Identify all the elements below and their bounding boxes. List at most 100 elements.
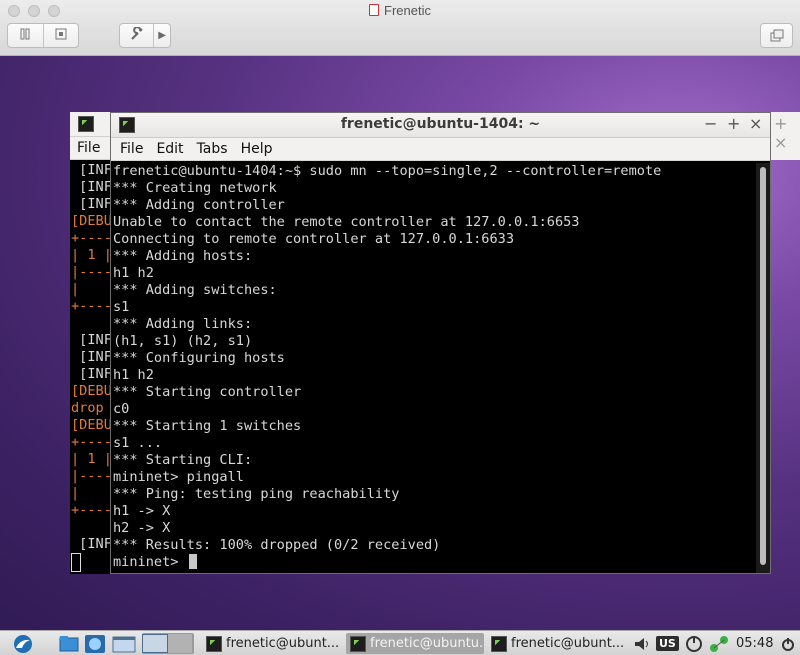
maximize-button[interactable]: +	[727, 114, 740, 133]
menu-edit[interactable]: Edit	[150, 141, 190, 157]
right-window-controls[interactable]: + ×	[770, 112, 800, 152]
terminal-line: *** Adding links:	[113, 316, 253, 332]
restore-windows-button[interactable]	[760, 23, 793, 48]
scrollbar-thumb[interactable]	[760, 167, 766, 565]
snapshot-button[interactable]	[43, 27, 78, 45]
terminal-line: frenetic@ubuntu-1404:~$ sudo mn --topo=s…	[113, 163, 662, 179]
workspace-1[interactable]	[142, 634, 168, 653]
play-forward-icon[interactable]: ▶	[154, 30, 170, 41]
vm-titlebar: Frenetic ▶	[0, 0, 800, 56]
background-terminal-line: +----	[71, 434, 111, 450]
text-cursor	[188, 554, 197, 569]
terminal-line: *** Adding hosts:	[113, 248, 253, 264]
background-terminal-line	[71, 519, 111, 536]
folder-icon	[59, 635, 79, 651]
terminal-line: *** Starting 1 switches	[113, 418, 302, 434]
menu-file[interactable]: File	[114, 141, 150, 157]
right-background-window[interactable]: + ×	[770, 112, 800, 160]
task-terminal-1[interactable]: frenetic@ubunt...	[202, 633, 352, 654]
background-terminal-line: [DEBU	[71, 383, 111, 399]
lubuntu-logo-icon	[14, 634, 32, 653]
wrench-icon	[130, 25, 143, 40]
background-terminal-line: [INF	[71, 196, 111, 212]
background-terminal-output: [INF [INF [INF [DEBU +---- | 1 | |---- | +---…	[71, 162, 111, 572]
keyboard-layout-button[interactable]: US	[656, 633, 679, 654]
background-terminal-line: [INF	[71, 179, 111, 195]
task-label: frenetic@ubunt...	[511, 636, 625, 651]
terminal-titlebar[interactable]: frenetic@ubuntu-1404: ~ − + ×	[111, 113, 770, 138]
snapshot-icon	[55, 28, 67, 39]
terminal-line: h2 -> X	[113, 520, 171, 536]
minimize-button[interactable]: −	[704, 114, 717, 133]
terminal-line: *** Results: 100% dropped (0/2 received)	[113, 537, 441, 553]
clock[interactable]: 05:48	[736, 633, 773, 654]
background-terminal-line	[71, 315, 111, 332]
terminal-scrollbar[interactable]	[756, 163, 770, 573]
show-desktop-button[interactable]	[112, 633, 136, 654]
terminal-icon	[78, 116, 94, 132]
terminal-icon	[491, 635, 507, 652]
vm-settings-group: ▶	[119, 23, 171, 48]
task-label: frenetic@ubuntu...	[370, 636, 484, 651]
network-launcher[interactable]	[84, 633, 106, 654]
terminal-line: mininet> pingall	[113, 469, 244, 485]
file-manager-launcher[interactable]	[59, 633, 79, 654]
background-terminal-line: +----	[71, 502, 111, 518]
terminal-line: h1 -> X	[113, 503, 171, 519]
vm-title: Frenetic	[0, 3, 800, 18]
task-terminal-2[interactable]: frenetic@ubuntu...	[346, 633, 484, 654]
power-icon	[782, 637, 794, 651]
terminal-line: *** Creating network	[113, 180, 277, 196]
terminal-output[interactable]: frenetic@ubuntu-1404:~$ sudo mn --topo=s…	[113, 163, 755, 573]
terminal-window[interactable]: frenetic@ubuntu-1404: ~ − + × File Edit …	[110, 112, 771, 574]
background-terminal-line: |----	[71, 264, 111, 280]
workspace-switcher[interactable]	[142, 633, 194, 654]
background-terminal-line: [INF	[71, 349, 111, 365]
menu-file[interactable]: File	[70, 138, 107, 156]
terminal-line: h1 h2	[113, 265, 154, 281]
background-terminal-line: [INF	[71, 366, 111, 382]
background-terminal-line: [INF	[71, 162, 111, 178]
terminal-line: *** Adding controller	[113, 197, 285, 213]
terminal-line: s1 ...	[113, 435, 163, 451]
terminal-line: *** Adding switches:	[113, 282, 277, 298]
terminal-line: Connecting to remote controller at 127.0…	[113, 231, 515, 247]
restore-windows-icon	[770, 29, 783, 41]
network-icon	[710, 635, 728, 652]
background-terminal-line: +----	[71, 230, 111, 246]
menu-help[interactable]: Help	[235, 141, 280, 157]
task-terminal-3[interactable]: frenetic@ubunt...	[487, 633, 627, 654]
workspace-2[interactable]	[168, 634, 192, 653]
background-terminal-line: [DEBU	[71, 213, 111, 229]
terminal-line: *** Starting controller	[113, 384, 302, 400]
terminal-line: s1	[113, 299, 130, 315]
terminal-line: *** Starting CLI:	[113, 452, 253, 468]
background-terminal-line: |	[71, 281, 111, 297]
taskbar: frenetic@ubunt... frenetic@ubuntu... fre…	[0, 630, 800, 655]
terminal-line: c0	[113, 401, 130, 417]
volume-button[interactable]	[632, 633, 652, 654]
document-icon	[369, 4, 380, 16]
close-button[interactable]: ×	[749, 114, 762, 133]
terminal-icon	[350, 635, 366, 652]
settings-button[interactable]	[120, 25, 153, 45]
background-terminal-line: [DEBU	[71, 417, 111, 433]
globe-icon	[85, 634, 105, 653]
terminal-line: h1 h2	[113, 367, 154, 383]
prompt: mininet>	[113, 554, 187, 570]
vm-control-group	[7, 23, 79, 48]
terminal-line: *** Ping: testing ping reachability	[113, 486, 400, 502]
battery-power-icon	[686, 635, 702, 652]
terminal-line: *** Configuring hosts	[113, 350, 285, 366]
background-terminal-line: drop	[71, 400, 111, 416]
background-terminal-line: | 1 |	[71, 247, 111, 263]
pause-button[interactable]	[8, 28, 43, 44]
logout-button[interactable]	[780, 633, 796, 654]
prompt-line[interactable]: mininet>	[113, 554, 755, 571]
network-status-button[interactable]	[708, 633, 730, 654]
background-terminal-line: [INF	[71, 536, 111, 552]
menu-tabs[interactable]: Tabs	[191, 141, 235, 157]
start-menu-button[interactable]	[8, 633, 38, 654]
power-button[interactable]	[684, 633, 704, 654]
terminal-icon	[206, 635, 222, 652]
